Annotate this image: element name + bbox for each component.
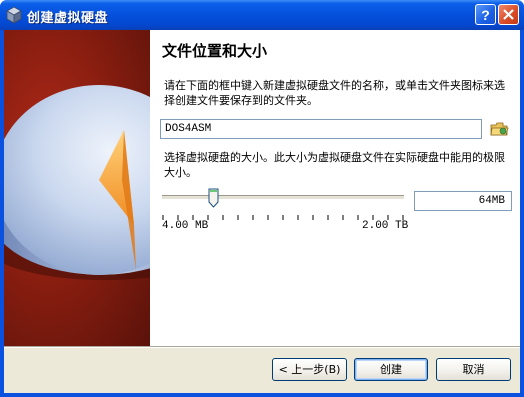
choose-folder-button[interactable] — [489, 119, 509, 139]
svg-text:?: ? — [481, 7, 490, 22]
folder-icon — [489, 122, 509, 143]
size-input[interactable] — [414, 191, 512, 211]
wizard-content: 文件位置和大小 请在下面的框中键入新建虚拟硬盘文件的名称，或单击文件夹图标来选择… — [150, 30, 520, 346]
button-bar-divider — [4, 346, 520, 348]
slider-min-label: 4.00 MB — [162, 220, 209, 232]
cancel-button[interactable]: 取消 — [436, 358, 511, 381]
back-button[interactable]: < 上一步(B) — [272, 358, 347, 381]
size-description: 选择虚拟硬盘的大小。此大小为虚拟硬盘文件在实际硬盘中能用的极限大小。 — [164, 151, 505, 179]
file-name-input[interactable] — [160, 119, 482, 139]
slider-max-label: 2.00 TB — [362, 220, 409, 232]
help-button[interactable]: ? — [475, 4, 496, 25]
close-button[interactable] — [498, 4, 519, 25]
size-slider-track[interactable] — [162, 195, 404, 200]
page-title: 文件位置和大小 — [162, 42, 268, 60]
window-title: 创建虚拟硬盘 — [27, 11, 109, 26]
size-slider-thumb[interactable] — [208, 188, 219, 208]
wizard-side-image — [4, 30, 150, 346]
location-description: 请在下面的框中键入新建虚拟硬盘文件的名称，或单击文件夹图标来选择创建文件要保存到… — [164, 79, 505, 107]
virtualbox-cube-icon — [5, 6, 23, 24]
create-button[interactable]: 创建 — [354, 358, 428, 381]
dialog-window: 创建虚拟硬盘 ? 文件位置和大小 请在下面的框中键入新建虚拟硬盘文件的名称，或单… — [0, 0, 524, 397]
title-bar[interactable]: 创建虚拟硬盘 ? — [0, 0, 524, 30]
dialog-client-area: 文件位置和大小 请在下面的框中键入新建虚拟硬盘文件的名称，或单击文件夹图标来选择… — [4, 30, 520, 393]
size-slider-ticks — [162, 206, 404, 220]
